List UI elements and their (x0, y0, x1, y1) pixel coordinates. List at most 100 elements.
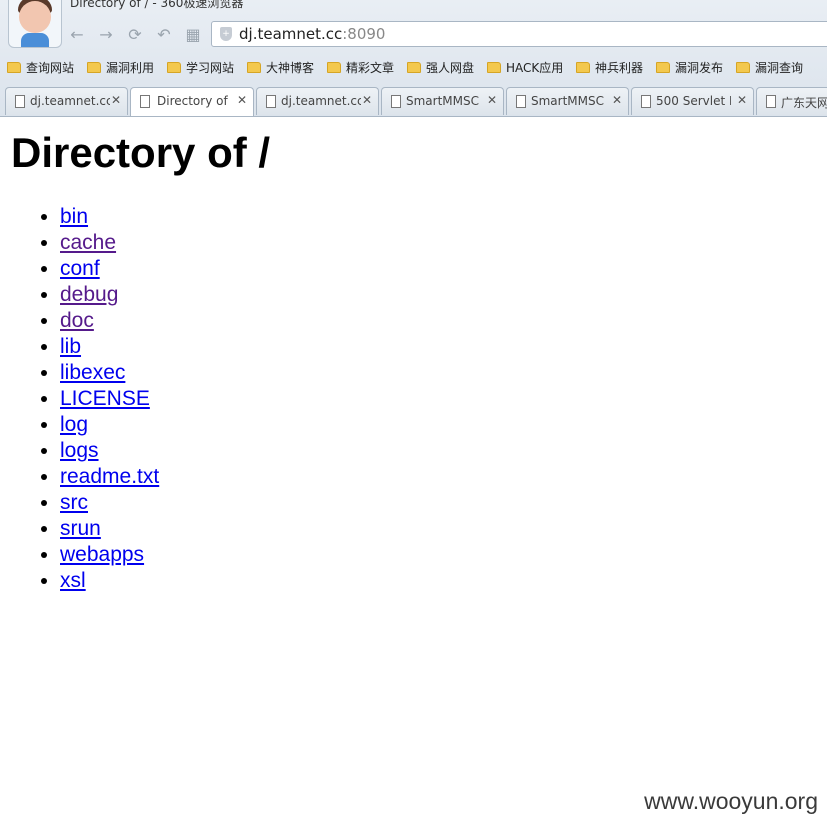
undo-icon[interactable]: ↶ (153, 24, 175, 46)
list-item: conf (60, 256, 159, 282)
folder-icon (7, 62, 21, 73)
folder-icon (576, 62, 590, 73)
tab-guangdong[interactable]: 广东天网 (756, 87, 827, 115)
bookmark-folder[interactable]: 神兵利器 (576, 57, 643, 79)
tab-directory-of[interactable]: Directory of / ✕ (130, 87, 254, 116)
list-item: cache (60, 230, 159, 256)
page-icon (516, 95, 526, 108)
close-icon[interactable]: ✕ (362, 93, 372, 107)
bookmark-folder[interactable]: 漏洞利用 (87, 57, 154, 79)
bookmark-label: 精彩文章 (346, 61, 395, 75)
directory-entry-link[interactable]: lib (60, 335, 81, 358)
address-host: dj.teamnet.cc (239, 25, 343, 43)
bookmark-folder[interactable]: 查询网站 (7, 57, 74, 79)
tab-label: dj.teamnet.cc (281, 94, 361, 108)
folder-icon (656, 62, 670, 73)
reload-icon[interactable]: ⟳ (124, 24, 146, 46)
address-url[interactable]: dj.teamnet.cc:8090 (239, 25, 385, 43)
list-item: lib (60, 334, 159, 360)
bookmark-label: 学习网站 (186, 61, 235, 75)
directory-entry-link[interactable]: conf (60, 257, 100, 280)
shield-icon[interactable]: + (220, 27, 232, 41)
list-item: xsl (60, 568, 159, 594)
close-icon[interactable]: ✕ (737, 93, 747, 107)
bookmark-label: 漏洞发布 (675, 61, 724, 75)
user-avatar[interactable] (8, 0, 62, 48)
close-icon[interactable]: ✕ (111, 93, 121, 107)
list-item: debug (60, 282, 159, 308)
page-title: Directory of / (11, 129, 271, 176)
bookmark-label: 查询网站 (26, 61, 75, 75)
page-icon (15, 95, 25, 108)
list-item: src (60, 490, 159, 516)
directory-entry-link[interactable]: logs (60, 439, 99, 462)
folder-icon (407, 62, 421, 73)
directory-entry-link[interactable]: srun (60, 517, 101, 540)
forward-arrow-icon[interactable]: → (95, 24, 117, 46)
directory-entry-link[interactable]: webapps (60, 543, 144, 566)
tab-label: SmartMMSC (406, 94, 480, 108)
directory-entry-link[interactable]: LICENSE (60, 387, 150, 410)
tab-label: Directory of / (157, 94, 231, 108)
window-title: Directory of / - 360极速浏览器 (70, 0, 244, 10)
back-arrow-icon[interactable]: ← (66, 24, 88, 46)
address-bar[interactable]: + dj.teamnet.cc:8090 (211, 21, 827, 47)
folder-icon (736, 62, 750, 73)
bookmark-label: 漏洞利用 (106, 61, 155, 75)
bookmarks-bar: 查询网站 漏洞利用 学习网站 大神博客 精彩文章 强人网盘 HACK应用 神兵利… (0, 57, 827, 79)
directory-entry-link[interactable]: doc (60, 309, 94, 332)
directory-entry-link[interactable]: src (60, 491, 88, 514)
list-item: logs (60, 438, 159, 464)
tab-label: 500 Servlet E (656, 94, 731, 108)
list-item: srun (60, 516, 159, 542)
tab-label: SmartMMSC (531, 94, 605, 108)
bookmark-label: 漏洞查询 (755, 61, 804, 75)
list-item: readme.txt (60, 464, 159, 490)
directory-entry-link[interactable]: xsl (60, 569, 86, 592)
folder-icon (327, 62, 341, 73)
directory-entry-link[interactable]: readme.txt (60, 465, 159, 488)
tab-label: dj.teamnet.cc (30, 94, 110, 108)
folder-icon (87, 62, 101, 73)
folder-icon (167, 62, 181, 73)
avatar-shirt (21, 33, 49, 47)
tab-dj-teamnet-2[interactable]: dj.teamnet.cc ✕ (256, 87, 379, 115)
watermark: www.wooyun.org (644, 788, 818, 814)
page-icon (766, 95, 776, 108)
list-item: bin (60, 204, 159, 230)
directory-entry-link[interactable]: cache (60, 231, 116, 254)
close-icon[interactable]: ✕ (237, 93, 247, 107)
list-item: webapps (60, 542, 159, 568)
page-icon (266, 95, 276, 108)
list-item: libexec (60, 360, 159, 386)
close-icon[interactable]: ✕ (612, 93, 622, 107)
bookmark-folder[interactable]: 漏洞发布 (656, 57, 723, 79)
bookmark-folder[interactable]: HACK应用 (487, 57, 563, 79)
bookmark-folder[interactable]: 漏洞查询 (736, 57, 803, 79)
page-icon (140, 95, 150, 108)
list-item: doc (60, 308, 159, 334)
bookmark-folder[interactable]: 精彩文章 (327, 57, 394, 79)
list-item: log (60, 412, 159, 438)
tab-smartmmsc[interactable]: SmartMMSC ✕ (381, 87, 504, 115)
directory-entry-link[interactable]: libexec (60, 361, 125, 384)
bookmark-label: 神兵利器 (595, 61, 644, 75)
tab-dj-teamnet[interactable]: dj.teamnet.cc ✕ (5, 87, 128, 115)
bookmark-folder[interactable]: 学习网站 (167, 57, 234, 79)
close-icon[interactable]: ✕ (487, 93, 497, 107)
page-content: Directory of / bin cache conf debug doc lib li… (0, 117, 827, 830)
directory-listing: bin cache conf debug doc lib libexec LICENSE log… (0, 204, 159, 594)
tab-label: 广东天网 (781, 96, 827, 110)
bookmark-label: 强人网盘 (426, 61, 475, 75)
folder-icon (247, 62, 261, 73)
apps-grid-icon[interactable]: ▦ (182, 24, 204, 46)
directory-entry-link[interactable]: log (60, 413, 88, 436)
directory-entry-link[interactable]: debug (60, 283, 118, 306)
bookmark-folder[interactable]: 大神博客 (247, 57, 314, 79)
tab-500-servlet[interactable]: 500 Servlet E ✕ (631, 87, 754, 115)
bookmark-folder[interactable]: 强人网盘 (407, 57, 474, 79)
tab-smartmmsc-2[interactable]: SmartMMSC ✕ (506, 87, 629, 115)
directory-entry-link[interactable]: bin (60, 205, 88, 228)
page-icon (641, 95, 651, 108)
folder-icon (487, 62, 501, 73)
